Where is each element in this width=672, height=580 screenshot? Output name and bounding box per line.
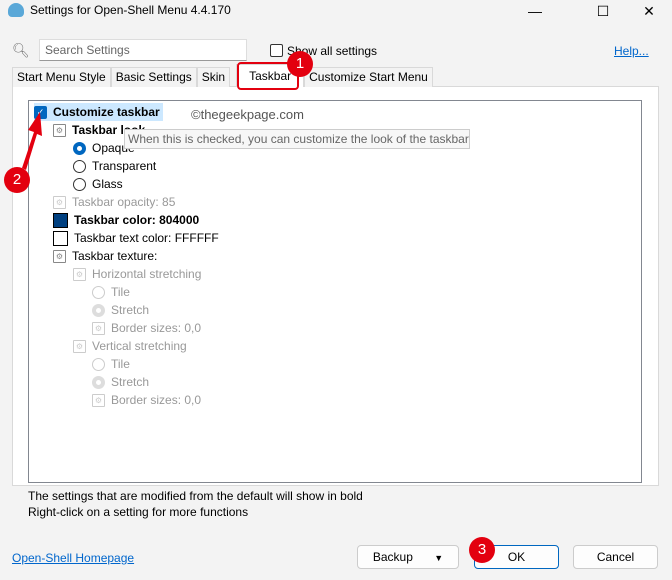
close-button[interactable]: ✕ <box>626 0 672 22</box>
radio-icon <box>73 159 86 173</box>
tree-item-label: Horizontal stretching <box>92 267 202 281</box>
tree-item-label: Stretch <box>111 303 150 317</box>
backup-button[interactable]: Backup ▼ <box>357 545 459 569</box>
tree-item-label: Tile <box>111 357 130 371</box>
annotation-arrow <box>22 112 42 170</box>
minimize-button[interactable]: — <box>512 0 558 22</box>
tree-item-label: Border sizes: 0,0 <box>111 393 202 407</box>
tree-item[interactable]: Taskbar color: 804000 <box>53 211 199 229</box>
window-title: Settings for Open-Shell Menu 4.4.170 <box>30 3 231 17</box>
maximize-button[interactable]: ☐ <box>580 0 626 22</box>
tree-item-label: Stretch <box>111 375 150 389</box>
tree-item[interactable]: ⚙ Vertical stretching <box>73 337 187 355</box>
search-input[interactable]: Search Settings <box>39 39 247 61</box>
settings-tree[interactable]: ✓ Customize taskbar ⚙ Taskbar look Opaque Tra… <box>28 100 642 483</box>
tree-item-label: Taskbar texture: <box>72 249 158 263</box>
tooltip: When this is checked, you can customize … <box>124 129 470 149</box>
footer-note-2: Right-click on a setting for more functi… <box>28 505 249 519</box>
tree-item-label: Taskbar opacity: 85 <box>72 195 176 209</box>
help-link[interactable]: Help... <box>614 44 649 58</box>
tab-start-menu-style[interactable]: Start Menu Style <box>12 67 111 87</box>
setting-page-icon: ⚙ <box>92 321 105 335</box>
setting-page-icon: ⚙ <box>53 195 66 209</box>
tab-bar: Start Menu Style Basic Settings Skin Tas… <box>12 64 433 87</box>
tree-item[interactable]: ⚙ Border sizes: 0,0 <box>92 319 201 337</box>
tree-item[interactable]: ⚙ Border sizes: 0,0 <box>92 391 201 409</box>
radio-icon <box>73 177 86 191</box>
setting-page-icon: ⚙ <box>92 393 105 407</box>
tree-item[interactable]: Tile <box>92 283 130 301</box>
tree-item-label: Transparent <box>92 159 157 173</box>
annotation-badge-1: 1 <box>287 51 313 77</box>
tree-item-label: Taskbar text color: FFFFFF <box>74 231 219 245</box>
radio-icon <box>92 285 105 299</box>
tree-item[interactable]: Glass <box>73 175 123 193</box>
tab-basic-settings[interactable]: Basic Settings <box>110 67 197 87</box>
tree-item[interactable]: Stretch <box>92 373 149 391</box>
tree-item[interactable]: Taskbar text color: FFFFFF <box>53 229 219 247</box>
show-all-checkbox[interactable] <box>270 44 283 57</box>
tab-skin[interactable]: Skin <box>196 67 231 87</box>
search-icon: 🔍︎ <box>12 42 30 58</box>
tree-item-label: Customize taskbar <box>53 105 160 119</box>
tree-item-label: Tile <box>111 285 130 299</box>
homepage-link[interactable]: Open-Shell Homepage <box>12 551 134 565</box>
app-icon <box>8 3 24 17</box>
color-swatch-icon <box>53 212 68 228</box>
radio-icon <box>92 357 105 371</box>
backup-label: Backup <box>372 550 413 564</box>
tree-item[interactable]: Stretch <box>92 301 149 319</box>
setting-page-icon: ⚙ <box>73 339 86 353</box>
tree-item[interactable]: ⚙ Taskbar opacity: 85 <box>53 193 175 211</box>
tree-item[interactable]: ✓ Customize taskbar <box>34 103 163 121</box>
tree-item[interactable]: ⚙ Horizontal stretching <box>73 265 201 283</box>
tree-item-label: Glass <box>92 177 123 191</box>
radio-icon <box>73 141 86 155</box>
setting-page-icon: ⚙ <box>73 267 86 281</box>
annotation-badge-3: 3 <box>469 537 495 563</box>
cancel-button[interactable]: Cancel <box>573 545 658 569</box>
tree-item[interactable]: Tile <box>92 355 130 373</box>
setting-page-icon: ⚙ <box>53 123 66 137</box>
tree-item-label: Vertical stretching <box>92 339 187 353</box>
tree-item[interactable]: Transparent <box>73 157 156 175</box>
watermark: ©thegeekpage.com <box>191 107 304 122</box>
tree-item-label: Border sizes: 0,0 <box>111 321 202 335</box>
tree-item-label: Taskbar color: 804000 <box>74 213 200 227</box>
tree-item[interactable]: ⚙ Taskbar texture: <box>53 247 157 265</box>
dropdown-arrow-icon: ▼ <box>434 553 444 563</box>
radio-icon <box>92 303 105 317</box>
color-swatch-icon <box>53 230 68 246</box>
setting-page-icon: ⚙ <box>53 249 66 263</box>
tab-customize-start-menu[interactable]: Customize Start Menu <box>304 67 433 87</box>
radio-icon <box>92 375 105 389</box>
footer-note-1: The settings that are modified from the … <box>28 489 363 503</box>
